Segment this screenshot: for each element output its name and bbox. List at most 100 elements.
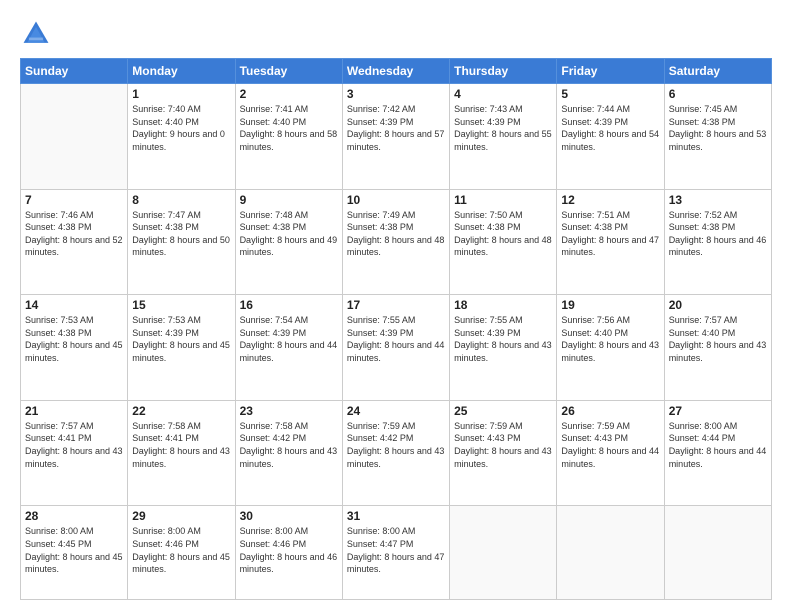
day-info: Sunrise: 7:51 AMSunset: 4:38 PMDaylight:… [561,209,659,259]
day-header-thursday: Thursday [450,59,557,84]
day-cell: 5Sunrise: 7:44 AMSunset: 4:39 PMDaylight… [557,84,664,190]
day-info: Sunrise: 7:49 AMSunset: 4:38 PMDaylight:… [347,209,445,259]
day-info: Sunrise: 7:53 AMSunset: 4:38 PMDaylight:… [25,314,123,364]
day-number: 6 [669,87,767,101]
day-header-monday: Monday [128,59,235,84]
day-number: 23 [240,404,338,418]
day-cell: 22 Sunrise: 7:58 AMSunset: 4:41 PMDayligh… [128,400,235,506]
day-number: 14 [25,298,123,312]
day-cell: 9 Sunrise: 7:48 AMSunset: 4:38 PMDaylight… [235,189,342,295]
day-number: 4 [454,87,552,101]
day-cell: 24 Sunrise: 7:59 AMSunset: 4:42 PMDayligh… [342,400,449,506]
day-cell: 29Sunrise: 8:00 AMSunset: 4:46 PMDayligh… [128,506,235,600]
day-info: Sunrise: 7:57 AMSunset: 4:41 PMDaylight:… [25,420,123,470]
day-number: 3 [347,87,445,101]
day-info: Sunrise: 7:43 AMSunset: 4:39 PMDaylight:… [454,103,552,153]
day-info: Sunrise: 7:54 AMSunset: 4:39 PMDaylight:… [240,314,338,364]
day-number: 30 [240,509,338,523]
day-cell: 15Sunrise: 7:53 AMSunset: 4:39 PMDayligh… [128,295,235,401]
day-cell [664,506,771,600]
day-info: Sunrise: 7:58 AMSunset: 4:42 PMDaylight:… [240,420,338,470]
day-cell: 27 Sunrise: 8:00 AMSunset: 4:44 PMDayligh… [664,400,771,506]
day-cell: 25 Sunrise: 7:59 AMSunset: 4:43 PMDayligh… [450,400,557,506]
day-info: Sunrise: 7:59 AMSunset: 4:42 PMDaylight:… [347,420,445,470]
day-cell: 8 Sunrise: 7:47 AMSunset: 4:38 PMDaylight… [128,189,235,295]
day-cell: 1Sunrise: 7:40 AMSunset: 4:40 PMDaylight… [128,84,235,190]
day-info: Sunrise: 7:55 AMSunset: 4:39 PMDaylight:… [347,314,445,364]
day-number: 8 [132,193,230,207]
day-cell: 12 Sunrise: 7:51 AMSunset: 4:38 PMDayligh… [557,189,664,295]
day-cell [450,506,557,600]
day-header-wednesday: Wednesday [342,59,449,84]
day-number: 26 [561,404,659,418]
day-number: 24 [347,404,445,418]
day-cell [557,506,664,600]
day-info: Sunrise: 7:59 AMSunset: 4:43 PMDaylight:… [454,420,552,470]
day-info: Sunrise: 8:00 AMSunset: 4:45 PMDaylight:… [25,525,123,575]
day-number: 12 [561,193,659,207]
day-number: 11 [454,193,552,207]
day-info: Sunrise: 7:57 AMSunset: 4:40 PMDaylight:… [669,314,767,364]
day-number: 10 [347,193,445,207]
day-cell: 31 Sunrise: 8:00 AMSunset: 4:47 PMDayligh… [342,506,449,600]
day-info: Sunrise: 7:55 AMSunset: 4:39 PMDaylight:… [454,314,552,364]
day-number: 13 [669,193,767,207]
day-info: Sunrise: 8:00 AMSunset: 4:46 PMDaylight:… [240,525,338,575]
day-cell [21,84,128,190]
day-cell: 7Sunrise: 7:46 AMSunset: 4:38 PMDaylight… [21,189,128,295]
day-number: 21 [25,404,123,418]
logo [20,18,56,50]
day-number: 28 [25,509,123,523]
day-cell: 6Sunrise: 7:45 AMSunset: 4:38 PMDaylight… [664,84,771,190]
day-info: Sunrise: 8:00 AMSunset: 4:44 PMDaylight:… [669,420,767,470]
day-info: Sunrise: 7:47 AMSunset: 4:38 PMDaylight:… [132,209,230,259]
day-cell: 18Sunrise: 7:55 AMSunset: 4:39 PMDayligh… [450,295,557,401]
day-number: 7 [25,193,123,207]
day-info: Sunrise: 7:53 AMSunset: 4:39 PMDaylight:… [132,314,230,364]
day-number: 17 [347,298,445,312]
day-number: 22 [132,404,230,418]
day-cell: 2Sunrise: 7:41 AMSunset: 4:40 PMDaylight… [235,84,342,190]
day-cell: 28 Sunrise: 8:00 AMSunset: 4:45 PMDayligh… [21,506,128,600]
day-info: Sunrise: 7:58 AMSunset: 4:41 PMDaylight:… [132,420,230,470]
day-number: 20 [669,298,767,312]
day-cell: 19Sunrise: 7:56 AMSunset: 4:40 PMDayligh… [557,295,664,401]
day-info: Sunrise: 7:42 AMSunset: 4:39 PMDaylight:… [347,103,445,153]
week-row-3: 14 Sunrise: 7:53 AMSunset: 4:38 PMDayligh… [21,295,772,401]
day-cell: 20 Sunrise: 7:57 AMSunset: 4:40 PMDayligh… [664,295,771,401]
day-info: Sunrise: 7:40 AMSunset: 4:40 PMDaylight:… [132,103,230,153]
day-number: 29 [132,509,230,523]
day-info: Sunrise: 7:59 AMSunset: 4:43 PMDaylight:… [561,420,659,470]
calendar-header-row: SundayMondayTuesdayWednesdayThursdayFrid… [21,59,772,84]
day-header-tuesday: Tuesday [235,59,342,84]
day-cell: 30 Sunrise: 8:00 AMSunset: 4:46 PMDayligh… [235,506,342,600]
day-cell: 16 Sunrise: 7:54 AMSunset: 4:39 PMDayligh… [235,295,342,401]
day-cell: 14 Sunrise: 7:53 AMSunset: 4:38 PMDayligh… [21,295,128,401]
day-number: 16 [240,298,338,312]
logo-icon [20,18,52,50]
day-header-sunday: Sunday [21,59,128,84]
day-cell: 23 Sunrise: 7:58 AMSunset: 4:42 PMDayligh… [235,400,342,506]
day-info: Sunrise: 7:48 AMSunset: 4:38 PMDaylight:… [240,209,338,259]
day-info: Sunrise: 7:56 AMSunset: 4:40 PMDaylight:… [561,314,659,364]
week-row-2: 7Sunrise: 7:46 AMSunset: 4:38 PMDaylight… [21,189,772,295]
day-number: 27 [669,404,767,418]
day-number: 9 [240,193,338,207]
day-cell: 26 Sunrise: 7:59 AMSunset: 4:43 PMDayligh… [557,400,664,506]
day-number: 25 [454,404,552,418]
day-cell: 10 Sunrise: 7:49 AMSunset: 4:38 PMDayligh… [342,189,449,295]
calendar-table: SundayMondayTuesdayWednesdayThursdayFrid… [20,58,772,600]
week-row-5: 28 Sunrise: 8:00 AMSunset: 4:45 PMDayligh… [21,506,772,600]
page: SundayMondayTuesdayWednesdayThursdayFrid… [0,0,792,612]
day-info: Sunrise: 7:41 AMSunset: 4:40 PMDaylight:… [240,103,338,153]
day-info: Sunrise: 8:00 AMSunset: 4:47 PMDaylight:… [347,525,445,575]
day-number: 31 [347,509,445,523]
week-row-4: 21 Sunrise: 7:57 AMSunset: 4:41 PMDayligh… [21,400,772,506]
day-cell: 21 Sunrise: 7:57 AMSunset: 4:41 PMDayligh… [21,400,128,506]
day-header-saturday: Saturday [664,59,771,84]
day-header-friday: Friday [557,59,664,84]
day-cell: 13Sunrise: 7:52 AMSunset: 4:38 PMDayligh… [664,189,771,295]
header [20,18,772,50]
day-info: Sunrise: 7:44 AMSunset: 4:39 PMDaylight:… [561,103,659,153]
day-cell: 3 Sunrise: 7:42 AMSunset: 4:39 PMDaylight… [342,84,449,190]
